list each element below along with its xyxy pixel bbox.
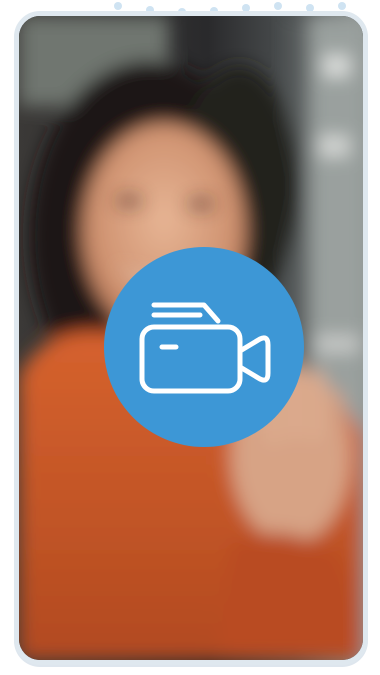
phone-frame — [14, 11, 368, 665]
app-stage — [0, 0, 380, 675]
video-camera-icon — [139, 302, 271, 394]
start-video-call-button[interactable] — [104, 247, 304, 447]
